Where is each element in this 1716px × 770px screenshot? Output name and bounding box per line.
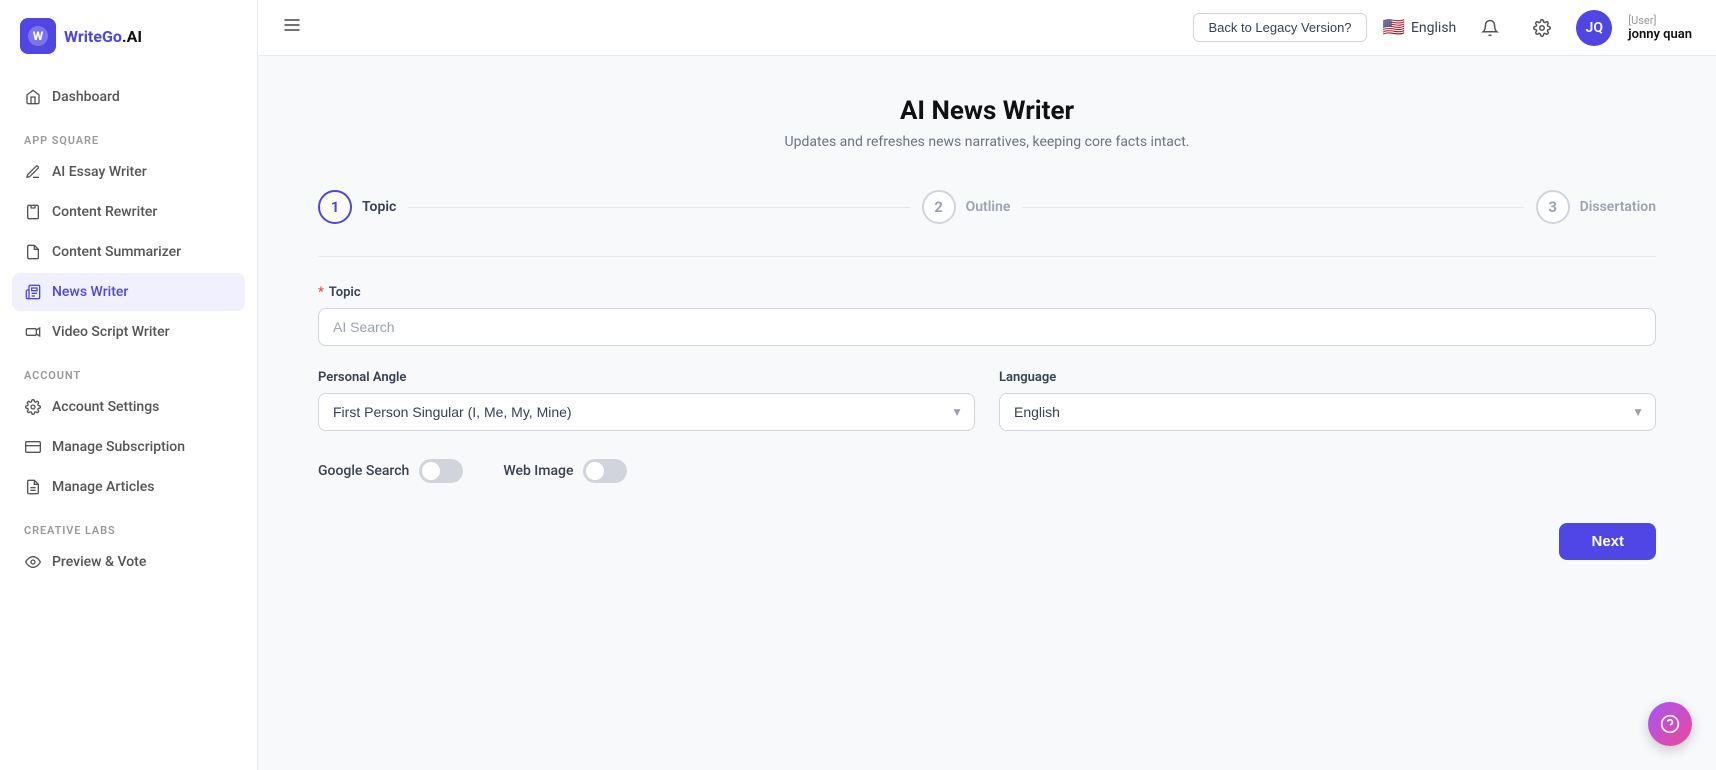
step-3-label: Dissertation <box>1580 199 1656 215</box>
topic-field-group: * Topic <box>318 285 1656 346</box>
sidebar-item-content-rewriter[interactable]: Content Rewriter <box>12 193 245 231</box>
sidebar-item-label: Manage Subscription <box>52 439 185 455</box>
web-image-toggle-group: Web Image <box>503 459 627 483</box>
legacy-version-button[interactable]: Back to Legacy Version? <box>1193 13 1366 42</box>
step-3: 3 Dissertation <box>1536 190 1656 224</box>
topic-input[interactable] <box>318 308 1656 346</box>
sidebar-item-ai-essay-writer[interactable]: AI Essay Writer <box>12 153 245 191</box>
personal-angle-col: Personal Angle First Person Singular (I,… <box>318 370 975 431</box>
step-2-circle: 2 <box>922 190 956 224</box>
articles-icon <box>24 478 42 496</box>
user-role: [User] <box>1628 14 1692 27</box>
sidebar-item-content-summarizer[interactable]: Content Summarizer <box>12 233 245 271</box>
personal-angle-wrapper: First Person Singular (I, Me, My, Mine) … <box>318 393 975 431</box>
user-name: jonny quan <box>1628 27 1692 42</box>
sidebar-item-label: Account Settings <box>52 399 159 415</box>
language-select[interactable]: English Spanish French German Chinese <box>999 393 1656 431</box>
angle-language-row: Personal Angle First Person Singular (I,… <box>318 370 1656 431</box>
credit-card-icon <box>24 438 42 456</box>
document-icon <box>24 243 42 261</box>
step-2-label: Outline <box>966 199 1011 215</box>
step-1-circle: 1 <box>318 190 352 224</box>
flag-icon: 🇺🇸 <box>1383 17 1405 38</box>
clipboard-icon <box>24 203 42 221</box>
next-btn-row: Next <box>318 523 1656 560</box>
sidebar-item-label: Manage Articles <box>52 479 154 495</box>
personal-angle-select[interactable]: First Person Singular (I, Me, My, Mine) … <box>318 393 975 431</box>
step-line-2 <box>1022 207 1523 208</box>
language-selector[interactable]: 🇺🇸 English <box>1383 17 1457 38</box>
page-title: AI News Writer <box>318 96 1656 126</box>
user-info: [User] jonny quan <box>1628 14 1692 42</box>
header: Back to Legacy Version? 🇺🇸 English JQ [U… <box>258 0 1716 56</box>
step-1: 1 Topic <box>318 190 396 224</box>
web-image-label: Web Image <box>503 463 573 479</box>
language-label: English <box>1411 20 1456 36</box>
pencil-icon <box>24 163 42 181</box>
sidebar-item-manage-articles[interactable]: Manage Articles <box>12 468 245 506</box>
news-icon <box>24 283 42 301</box>
topic-label: * Topic <box>318 285 1656 300</box>
sidebar-item-label: Video Script Writer <box>52 324 170 340</box>
web-image-toggle[interactable] <box>583 459 627 483</box>
sidebar-item-label: Content Summarizer <box>52 244 181 260</box>
step-line-1 <box>408 207 909 208</box>
help-float-button[interactable] <box>1648 702 1692 746</box>
sidebar-item-label: Dashboard <box>52 89 120 105</box>
svg-text:W: W <box>33 29 44 43</box>
language-col: Language English Spanish French German C… <box>999 370 1656 431</box>
google-search-label: Google Search <box>318 463 409 479</box>
next-button[interactable]: Next <box>1559 523 1656 560</box>
creative-labs-label: CREATIVE LABS <box>12 508 245 543</box>
toggles-row: Google Search Web Image <box>318 459 1656 483</box>
video-icon <box>24 323 42 341</box>
app-square-label: APP SQUARE <box>12 118 245 153</box>
content-area: AI News Writer Updates and refreshes new… <box>258 56 1716 770</box>
step-1-label: Topic <box>362 199 396 215</box>
logo-text: WriteGo.AI <box>64 27 142 46</box>
personal-angle-label: Personal Angle <box>318 370 975 385</box>
logo-icon: W <box>20 18 56 54</box>
sidebar-item-preview-vote[interactable]: Preview & Vote <box>12 543 245 581</box>
sidebar: W WriteGo.AI Dashboard APP SQUARE AI Ess… <box>0 0 258 770</box>
main-area: Back to Legacy Version? 🇺🇸 English JQ [U… <box>258 0 1716 770</box>
logo: W WriteGo.AI <box>0 0 257 70</box>
step-2: 2 Outline <box>922 190 1011 224</box>
settings-icon-button[interactable] <box>1524 10 1560 46</box>
sidebar-item-label: AI Essay Writer <box>52 164 147 180</box>
hamburger-icon[interactable] <box>282 15 302 40</box>
sidebar-item-label: News Writer <box>52 284 128 300</box>
google-search-toggle-group: Google Search <box>318 459 463 483</box>
page-subtitle: Updates and refreshes news narratives, k… <box>318 134 1656 150</box>
step-3-circle: 3 <box>1536 190 1570 224</box>
eye-icon <box>24 553 42 571</box>
sidebar-item-manage-subscription[interactable]: Manage Subscription <box>12 428 245 466</box>
google-search-toggle[interactable] <box>419 459 463 483</box>
sidebar-item-dashboard[interactable]: Dashboard <box>12 78 245 116</box>
sidebar-item-account-settings[interactable]: Account Settings <box>12 388 245 426</box>
sidebar-item-label: Preview & Vote <box>52 554 146 570</box>
steps-bar: 1 Topic 2 Outline 3 Dissertation <box>318 190 1656 224</box>
account-label: ACCOUNT <box>12 353 245 388</box>
gear-icon <box>24 398 42 416</box>
sidebar-item-label: Content Rewriter <box>52 204 157 220</box>
steps-divider <box>318 256 1656 257</box>
home-icon <box>24 88 42 106</box>
notifications-button[interactable] <box>1472 10 1508 46</box>
sidebar-item-news-writer[interactable]: News Writer <box>12 273 245 311</box>
language-wrapper: English Spanish French German Chinese ▼ <box>999 393 1656 431</box>
topic-required: * <box>318 285 324 300</box>
user-avatar[interactable]: JQ <box>1576 10 1612 46</box>
language-label: Language <box>999 370 1656 385</box>
sidebar-item-video-script-writer[interactable]: Video Script Writer <box>12 313 245 351</box>
sidebar-navigation: Dashboard APP SQUARE AI Essay Writer Con… <box>0 70 257 591</box>
